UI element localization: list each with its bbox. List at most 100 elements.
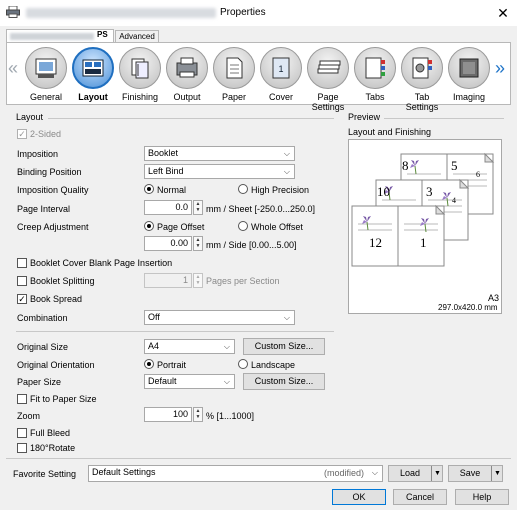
page-settings-icon [317,60,341,74]
paper-custom-size-button[interactable]: Custom Size... [243,373,325,390]
function-label: Layout [78,92,108,102]
chevron-down-icon: ⌵ [283,313,290,322]
creep-input[interactable]: 0.00 [144,236,192,251]
combination-label: Combination [17,313,68,323]
favorite-divider [6,458,511,459]
function-imaging[interactable]: Imaging [446,47,492,102]
imposition-select[interactable]: Booklet ⌵ [144,146,295,161]
page-interval-input[interactable]: 0.0 [144,200,192,215]
function-cover[interactable]: 1 Cover [258,47,304,102]
function-tab-settings[interactable]: Tab Settings [399,47,445,112]
function-general[interactable]: General [23,47,69,102]
page-number: 8 [402,158,409,173]
function-paper[interactable]: Paper [211,47,257,102]
original-size-select[interactable]: A4 ⌵ [144,339,235,354]
function-layout[interactable]: Layout [70,47,116,102]
function-finishing[interactable]: Finishing [117,47,163,102]
close-icon[interactable]: ✕ [494,4,512,22]
creep-unit: mm / Side [0.00...5.00] [206,240,297,250]
ok-button[interactable]: OK [332,489,386,505]
tab-advanced[interactable]: Advanced [115,30,159,42]
chevron-down-icon: ⌵ [371,468,378,477]
page-number: 6 [476,170,480,179]
creep-stepper[interactable]: ▲ ▼ [193,236,203,251]
portrait-radio[interactable] [144,359,154,369]
scroll-right-icon[interactable]: » [495,58,505,79]
binding-position-select[interactable]: Left Bind ⌵ [144,164,295,179]
zoom-unit: % [1...1000] [206,411,255,421]
cover-blank-checkbox[interactable] [17,258,27,268]
book-spread-label: Book Spread [30,294,83,304]
fit-to-paper-label: Fit to Paper Size [30,394,97,404]
combination-select[interactable]: Off ⌵ [144,310,295,325]
cover-icon: 1 [272,57,290,79]
rotate-180-checkbox[interactable] [17,443,27,453]
page-interval-stepper[interactable]: ▲ ▼ [193,200,203,215]
creep-page-offset-label: Page Offset [157,222,205,232]
imposition-quality-label: Imposition Quality [17,185,89,195]
paper-size-value: Default [148,376,177,386]
favorite-setting-select[interactable]: Default Settings (modified) ⌵ [88,465,383,482]
layout-icon [82,59,104,77]
full-bleed-label: Full Bleed [30,428,71,438]
landscape-radio[interactable] [238,359,248,369]
book-spread-checkbox[interactable]: ✓ [17,294,27,304]
creep-whole-offset-label: Whole Offset [251,222,303,232]
function-output[interactable]: Output [164,47,210,102]
imposition-label: Imposition [17,149,59,159]
chevron-down-icon: ⌵ [283,167,290,176]
cancel-button[interactable]: Cancel [393,489,447,505]
function-label: Tab Settings [405,92,439,112]
function-label: Tabs [365,92,385,102]
function-label: Output [173,92,201,102]
original-custom-size-button[interactable]: Custom Size... [243,338,325,355]
combination-value: Off [148,312,160,322]
function-label: Finishing [121,92,159,102]
save-button-label: Save [459,468,481,478]
load-button[interactable]: Load ▼ [388,465,443,482]
chevron-down-icon: ⌵ [223,377,230,386]
page-number: 4 [452,196,456,205]
booklet-splitting-input[interactable]: 1 [144,273,192,288]
preview-paper-size: A3 [488,293,500,303]
save-dropdown-icon[interactable]: ▼ [493,466,502,481]
creep-page-offset-radio[interactable] [144,221,154,231]
chevron-down-icon: ⌵ [283,149,290,158]
creep-adjustment-label: Creep Adjustment [17,222,89,232]
layout-group-title: Layout [16,112,44,122]
booklet-preview-illustration: 8 5 6 10 3 4 12 1 [351,152,495,267]
quality-normal-radio[interactable] [144,184,154,194]
page-number: 10 [377,184,390,199]
cover-blank-label: Booklet Cover Blank Page Insertion [30,258,173,268]
favorite-modified: (modified) [323,468,364,478]
help-button[interactable]: Help [455,489,509,505]
creep-whole-offset-radio[interactable] [238,221,248,231]
zoom-label: Zoom [17,411,41,421]
zoom-input[interactable]: 100 [144,407,192,422]
quality-high-radio[interactable] [238,184,248,194]
scroll-left-icon[interactable]: « [8,58,18,79]
page-number: 1 [420,235,427,250]
booklet-splitting-checkbox[interactable] [17,276,27,286]
page-number: 5 [451,158,458,173]
two-sided-checkbox[interactable]: ✓ [17,129,27,139]
quality-high-label: High Precision [251,185,310,195]
function-label: Paper [221,92,247,102]
two-sided-label: 2-Sided [30,129,62,139]
full-bleed-checkbox[interactable] [17,428,27,438]
save-button[interactable]: Save ▼ [448,465,503,482]
booklet-splitting-stepper[interactable]: ▲ ▼ [193,273,203,288]
page-interval-unit: mm / Sheet [-250.0...250.0] [206,204,316,214]
function-tabs[interactable]: Tabs [352,47,398,102]
favorite-setting-label: Favorite Setting [13,469,77,479]
layout-group-line [48,118,334,119]
rotate-180-label: 180°Rotate [30,443,76,453]
landscape-label: Landscape [251,360,296,370]
paper-size-select[interactable]: Default ⌵ [144,374,235,389]
general-icon [35,58,57,78]
zoom-stepper[interactable]: ▲ ▼ [193,407,203,422]
fit-to-paper-checkbox[interactable] [17,394,27,404]
load-dropdown-icon[interactable]: ▼ [433,466,442,481]
function-page-settings[interactable]: Page Settings [305,47,351,112]
original-size-label: Original Size [17,342,69,352]
